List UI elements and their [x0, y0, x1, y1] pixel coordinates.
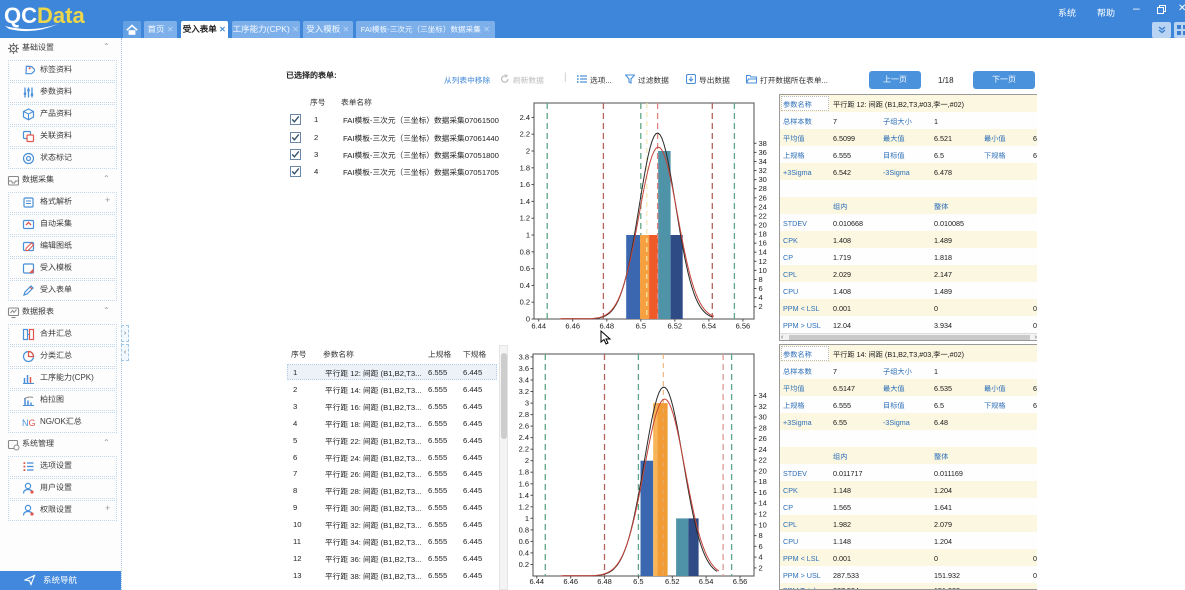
svg-text:1.6: 1.6: [520, 180, 530, 189]
svg-text:1: 1: [525, 514, 529, 523]
svg-text:14: 14: [759, 499, 767, 508]
svg-text:32: 32: [759, 402, 767, 411]
svg-text:6.56: 6.56: [736, 322, 751, 331]
svg-text:8: 8: [759, 275, 763, 284]
svg-text:QC: QC: [4, 3, 37, 28]
svg-text:20: 20: [759, 466, 767, 475]
svg-text:2: 2: [759, 563, 763, 572]
svg-text:2.2: 2.2: [519, 445, 529, 454]
svg-text:2: 2: [526, 147, 530, 156]
svg-text:0.2: 0.2: [520, 298, 530, 307]
svg-text:32: 32: [759, 166, 767, 175]
svg-text:6.52: 6.52: [667, 322, 682, 331]
svg-text:6.5: 6.5: [636, 322, 646, 331]
svg-text:28: 28: [759, 423, 767, 432]
svg-text:1.4: 1.4: [520, 197, 530, 206]
svg-text:28: 28: [759, 184, 767, 193]
svg-text:22: 22: [759, 456, 767, 465]
svg-text:1.2: 1.2: [520, 214, 530, 223]
svg-text:14: 14: [759, 248, 767, 257]
svg-text:30: 30: [759, 413, 767, 422]
svg-text:10: 10: [759, 520, 767, 529]
svg-text:8: 8: [759, 531, 763, 540]
svg-text:0.6: 0.6: [520, 264, 530, 273]
svg-text:6.46: 6.46: [565, 322, 580, 331]
svg-text:2: 2: [525, 456, 529, 465]
svg-text:20: 20: [759, 220, 767, 229]
svg-text:38: 38: [759, 139, 767, 148]
svg-text:Data: Data: [37, 3, 85, 28]
svg-text:1.6: 1.6: [519, 479, 529, 488]
svg-text:16: 16: [759, 239, 767, 248]
svg-text:16: 16: [759, 488, 767, 497]
svg-text:2.2: 2.2: [520, 130, 530, 139]
svg-text:0.8: 0.8: [520, 247, 530, 256]
svg-text:2: 2: [759, 302, 763, 311]
svg-text:22: 22: [759, 211, 767, 220]
svg-text:10: 10: [759, 266, 767, 275]
svg-text:6: 6: [759, 284, 763, 293]
svg-text:3.6: 3.6: [519, 364, 529, 373]
svg-text:2.6: 2.6: [519, 422, 529, 431]
svg-text:12: 12: [759, 510, 767, 519]
svg-text:12: 12: [759, 257, 767, 266]
svg-text:36: 36: [759, 148, 767, 157]
svg-text:3: 3: [525, 399, 529, 408]
svg-text:30: 30: [759, 175, 767, 184]
svg-text:34: 34: [759, 157, 767, 166]
svg-text:1.8: 1.8: [519, 468, 529, 477]
svg-text:6: 6: [759, 542, 763, 551]
svg-text:2.4: 2.4: [520, 113, 530, 122]
svg-text:6.44: 6.44: [531, 322, 546, 331]
svg-text:3.8: 3.8: [519, 352, 529, 361]
svg-text:1.2: 1.2: [519, 502, 529, 511]
svg-text:18: 18: [759, 477, 767, 486]
svg-text:2.4: 2.4: [519, 433, 529, 442]
svg-text:4: 4: [759, 293, 763, 302]
svg-text:1: 1: [526, 231, 530, 240]
svg-text:1.8: 1.8: [520, 163, 530, 172]
svg-text:1.4: 1.4: [519, 491, 529, 500]
svg-text:18: 18: [759, 230, 767, 239]
svg-text:24: 24: [759, 202, 767, 211]
svg-text:0.6: 0.6: [519, 537, 529, 546]
svg-text:3.4: 3.4: [519, 376, 529, 385]
svg-text:2.8: 2.8: [519, 410, 529, 419]
svg-text:0: 0: [526, 315, 530, 324]
svg-text:0.2: 0.2: [519, 560, 529, 569]
svg-text:0.4: 0.4: [520, 281, 530, 290]
svg-text:26: 26: [759, 193, 767, 202]
svg-text:26: 26: [759, 434, 767, 443]
svg-text:24: 24: [759, 445, 767, 454]
svg-text:34: 34: [759, 391, 767, 400]
svg-text:4: 4: [759, 553, 763, 562]
svg-text:0.8: 0.8: [519, 525, 529, 534]
svg-text:0.4: 0.4: [519, 548, 529, 557]
svg-text:3.2: 3.2: [519, 387, 529, 396]
svg-text:6.54: 6.54: [702, 322, 717, 331]
